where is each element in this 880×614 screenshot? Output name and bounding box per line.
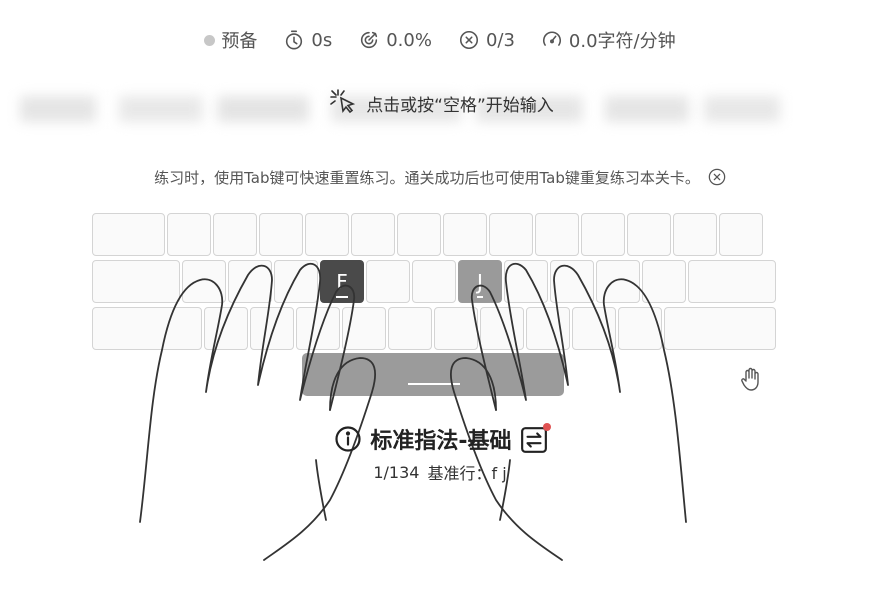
key-f-highlighted: F bbox=[320, 260, 364, 303]
key bbox=[526, 307, 570, 350]
key-j-highlighted: J bbox=[458, 260, 502, 303]
tab-tip-text: 练习时，使用Tab键可快速重置练习。通关成功后也可使用Tab键重复练习本关卡。 bbox=[154, 168, 700, 187]
spacebar-marker bbox=[408, 383, 460, 385]
switch-lesson-button[interactable] bbox=[520, 423, 551, 453]
hand-icon[interactable] bbox=[740, 366, 764, 392]
key bbox=[388, 307, 432, 350]
key bbox=[351, 213, 395, 256]
row-label: 基准行：f j bbox=[427, 460, 506, 484]
key bbox=[719, 213, 763, 256]
keyboard-row-home: F J bbox=[92, 260, 776, 303]
key bbox=[627, 213, 671, 256]
key bbox=[366, 260, 410, 303]
lesson-progress: 1/134 基准行：f j bbox=[0, 460, 880, 484]
errors-stat: 0/3 bbox=[458, 29, 515, 51]
start-prompt[interactable]: 点击或按“空格”开始输入 bbox=[0, 86, 880, 120]
key bbox=[664, 307, 776, 350]
switch-icon bbox=[520, 427, 547, 453]
time-value: 0s bbox=[311, 29, 333, 51]
key bbox=[443, 213, 487, 256]
speedometer-icon bbox=[542, 31, 561, 46]
key bbox=[92, 213, 165, 256]
key bbox=[182, 260, 226, 303]
key bbox=[259, 213, 303, 256]
key bbox=[572, 307, 616, 350]
speed-value: 0.0字符/分钟 bbox=[568, 31, 676, 52]
close-icon[interactable] bbox=[708, 168, 726, 186]
key bbox=[480, 307, 524, 350]
accuracy-value: 0.0% bbox=[386, 29, 432, 51]
key bbox=[412, 260, 456, 303]
key bbox=[250, 307, 294, 350]
tab-tip: 练习时，使用Tab键可快速重置练习。通关成功后也可使用Tab键重复练习本关卡。 bbox=[0, 164, 880, 190]
key bbox=[397, 213, 441, 256]
key bbox=[550, 260, 594, 303]
key bbox=[92, 307, 202, 350]
notification-dot bbox=[542, 423, 551, 431]
error-circle-icon bbox=[459, 30, 478, 50]
lesson-header: 标准指法-基础 bbox=[0, 423, 880, 454]
status-indicator: 预备 bbox=[204, 27, 257, 53]
errors-value: 0/3 bbox=[485, 29, 515, 51]
speed-stat: 0.0字符/分钟 bbox=[541, 27, 676, 53]
key-f-label: F bbox=[336, 269, 348, 298]
row-keys: f j bbox=[491, 464, 507, 483]
keyboard-row-number bbox=[92, 213, 776, 256]
key bbox=[434, 307, 478, 350]
keyboard-row-bottom bbox=[92, 307, 776, 350]
key bbox=[596, 260, 640, 303]
key bbox=[504, 260, 548, 303]
key bbox=[688, 260, 776, 303]
key bbox=[535, 213, 579, 256]
row-label-text: 基准行： bbox=[427, 464, 492, 483]
keyboard: F J bbox=[92, 213, 776, 353]
key bbox=[296, 307, 340, 350]
key bbox=[92, 260, 180, 303]
status-dot-icon bbox=[204, 34, 216, 46]
key bbox=[673, 213, 717, 256]
key bbox=[342, 307, 386, 350]
key bbox=[213, 213, 257, 256]
lesson-title: 标准指法-基础 bbox=[370, 429, 512, 454]
key bbox=[167, 213, 211, 256]
key bbox=[274, 260, 318, 303]
accuracy-stat: 0.0% bbox=[358, 29, 432, 51]
info-icon[interactable] bbox=[334, 425, 362, 453]
timer-icon bbox=[286, 30, 303, 50]
click-pointer-icon bbox=[330, 89, 356, 114]
stats-bar: 预备 0s 0.0% 0/3 0.0字符/分钟 bbox=[0, 26, 880, 54]
status-label: 预备 bbox=[221, 31, 258, 52]
spacebar bbox=[302, 353, 564, 396]
accuracy-icon bbox=[361, 31, 378, 49]
key bbox=[489, 213, 533, 256]
key bbox=[228, 260, 272, 303]
key bbox=[618, 307, 662, 350]
key bbox=[642, 260, 686, 303]
time-stat: 0s bbox=[283, 29, 332, 51]
key bbox=[204, 307, 248, 350]
start-prompt-text: 点击或按“空格”开始输入 bbox=[366, 95, 554, 116]
progress-count: 1/134 bbox=[373, 462, 420, 482]
key bbox=[305, 213, 349, 256]
key bbox=[581, 213, 625, 256]
key-j-label: J bbox=[477, 269, 483, 298]
